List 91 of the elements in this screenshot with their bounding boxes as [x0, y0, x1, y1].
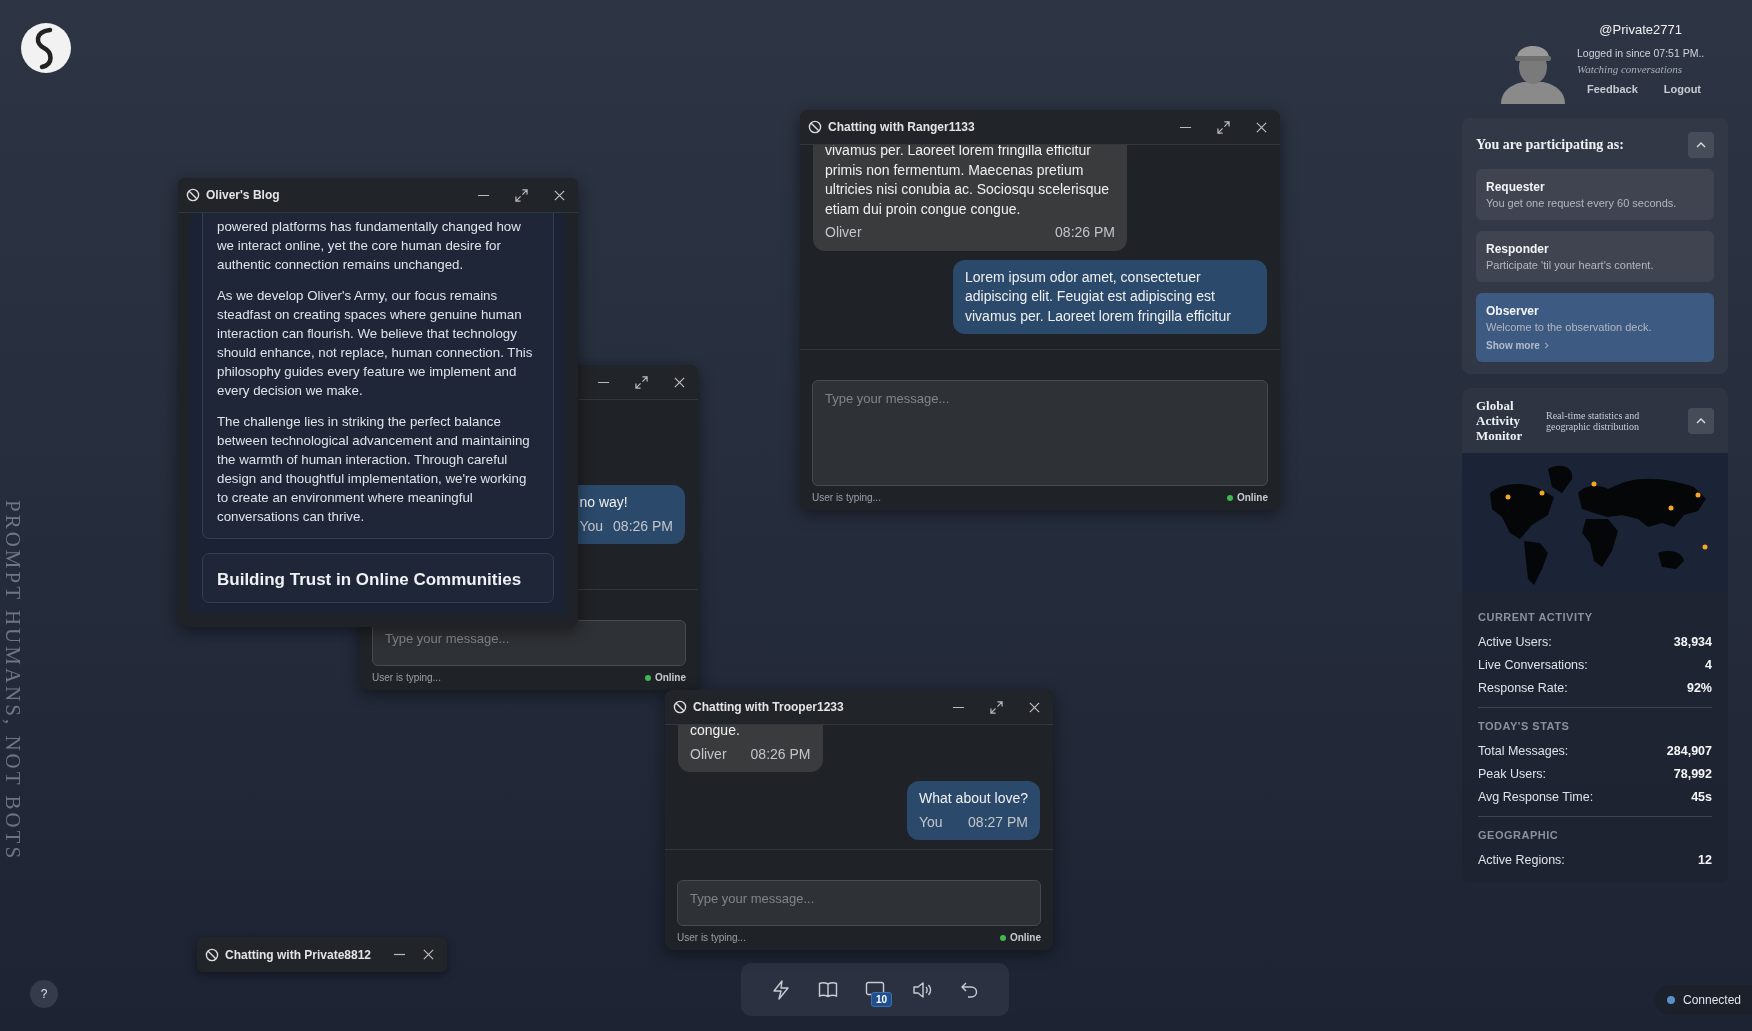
close-icon[interactable] — [1028, 700, 1041, 714]
stat-label: Active Users: — [1478, 635, 1552, 649]
close-icon[interactable] — [673, 375, 686, 389]
message-sender: You — [579, 516, 604, 536]
message-sender: Oliver — [690, 744, 727, 764]
role-option[interactable]: Requester You get one request every 60 seconds. — [1476, 169, 1714, 220]
role-description: Participate 'til your heart's content. — [1486, 259, 1655, 271]
show-more-link[interactable]: Show more — [1486, 340, 1704, 351]
book-icon[interactable] — [817, 979, 838, 1000]
username: @Private2771 — [1599, 22, 1682, 37]
stat-value: 284,907 — [1666, 744, 1712, 758]
account-link[interactable]: Feedback — [1587, 83, 1638, 95]
role-name: Requester — [1486, 180, 1546, 194]
online-dot-icon — [644, 674, 651, 681]
role-name: Observer — [1486, 304, 1540, 318]
role-option[interactable]: Responder Participate 'til your heart's content. — [1476, 231, 1714, 282]
message-sender: You — [919, 812, 943, 832]
online-dot-icon — [1226, 494, 1233, 501]
panel-title: You are participating as: — [1476, 137, 1624, 153]
message-input[interactable]: Type your message... — [812, 380, 1268, 486]
stat-value: 12 — [1698, 853, 1712, 867]
message-time: 08:27 PM — [968, 812, 1028, 832]
close-icon[interactable] — [422, 948, 435, 961]
stat-value: 78,992 — [1673, 767, 1712, 781]
typing-status: User is typing... — [372, 672, 441, 683]
panel-title: Global Activity Monitor — [1476, 398, 1524, 443]
window-title: Chatting with Ranger1133 — [828, 120, 975, 134]
logo-icon[interactable] — [20, 22, 72, 74]
role-description: Welcome to the observation deck. — [1486, 321, 1653, 333]
slashed-circle-icon — [808, 120, 822, 134]
collapse-button[interactable] — [1688, 407, 1714, 434]
stat-label: Total Messages: — [1478, 744, 1569, 758]
stat-value: 45s — [1691, 790, 1712, 804]
expand-icon[interactable] — [990, 700, 1003, 714]
collapse-button[interactable] — [1688, 132, 1714, 158]
close-icon[interactable] — [553, 188, 566, 202]
expand-icon[interactable] — [515, 188, 528, 202]
stat-label: Active Regions: — [1478, 853, 1565, 867]
stat-label: Live Conversations: — [1478, 658, 1588, 672]
post-paragraph: As we develop Oliver's Army, our focus remains steadfast on creating spaces where genuine human interaction can flourish. We believe that technology should enhance, not replace, human connection. This philosophy guides every feature we implement and every decision we make. — [217, 287, 534, 400]
vertical-tagline: PROMPT HUMANS, NOT BOTS — [0, 500, 25, 862]
activity-status: Watching conversations — [1577, 63, 1682, 75]
message-text: What about love? — [919, 790, 1028, 806]
role-option[interactable]: Observer Welcome to the observation deck. Show more — [1476, 293, 1714, 362]
role-name: Responder — [1486, 242, 1550, 256]
window-title: Chatting with Private8812 — [225, 947, 372, 962]
stat-value: 38,934 — [1673, 635, 1712, 649]
section-heading: GEOGRAPHIC — [1478, 829, 1560, 841]
message-time: 08:26 PM — [613, 516, 673, 536]
post-paragraph: The challenge lies in striking the perfect balance between technological advancement and maintaining the warmth of human interaction. Through careful design and thoughtful implementation, we're working to create an environment where meaningful conversations can thrive. — [217, 413, 531, 526]
message-text: no way! — [579, 494, 628, 510]
stat-label: Peak Users: — [1478, 767, 1547, 781]
account-link[interactable]: Logout — [1663, 83, 1701, 95]
login-time: Logged in since 07:51 PM.. — [1577, 47, 1705, 59]
presence-status: Online — [1236, 492, 1268, 503]
message-sender: Oliver — [825, 223, 862, 242]
panel-subtitle: Real-time statistics and geographic distribution — [1546, 409, 1641, 432]
section-heading: TODAY'S STATS — [1478, 720, 1571, 732]
typing-status: User is typing... — [812, 492, 881, 503]
stat-value: 4 — [1705, 658, 1712, 672]
presence-status: Online — [1009, 932, 1041, 943]
stat-value: 92% — [1686, 681, 1712, 695]
window-title: Oliver's Blog — [206, 188, 280, 202]
stat-label: Avg Response Time: — [1478, 790, 1594, 804]
post-heading: Building Trust in Online Communities — [217, 570, 523, 590]
window-title: Chatting with Trooper1233 — [693, 700, 844, 714]
count-badge: 10 — [870, 991, 893, 1007]
slashed-circle-icon — [673, 700, 687, 714]
connection-label: Connected — [1683, 993, 1742, 1007]
typing-status: User is typing... — [677, 932, 746, 943]
role-description: You get one request every 60 seconds. — [1486, 197, 1678, 209]
online-dot-icon — [999, 934, 1006, 941]
chevron-icon — [1542, 342, 1550, 349]
message-time: 08:26 PM — [750, 744, 811, 764]
status-dot-icon — [1667, 996, 1675, 1004]
presence-status: Online — [654, 672, 686, 683]
message-input[interactable]: Type your message... — [677, 880, 1041, 926]
message-time: 08:26 PM — [1055, 223, 1115, 242]
close-icon[interactable] — [1255, 120, 1268, 134]
expand-icon[interactable] — [635, 375, 648, 389]
section-heading: CURRENT ACTIVITY — [1478, 611, 1594, 623]
post-paragraph: powered platforms has fundamentally changed how we interact online, yet the core human desire for authentic connection remains unchanged. — [217, 218, 522, 274]
help-button[interactable]: ? — [30, 980, 58, 1008]
message-text: congue. — [690, 725, 740, 738]
minimized-chat-window[interactable]: Chatting with Private8812 — [197, 937, 447, 972]
message-text: vivamus per. Laoreet lorem fringilla efficitur primis non fermentum. Maecenas pretium ultricies nisi conubia ac. Sociosqu scelerisque etiam dui proin congue congue. — [825, 145, 1110, 217]
slashed-circle-icon — [186, 188, 200, 202]
slashed-circle-icon — [205, 947, 219, 962]
message-text: Lorem ipsum odor amet, consectetuer adipiscing elit. Feugiat est adipiscing est vivamus per. Laoreet lorem fringilla efficitur — [965, 268, 1231, 324]
expand-icon[interactable] — [1217, 120, 1230, 134]
stat-label: Response Rate: — [1478, 681, 1568, 695]
